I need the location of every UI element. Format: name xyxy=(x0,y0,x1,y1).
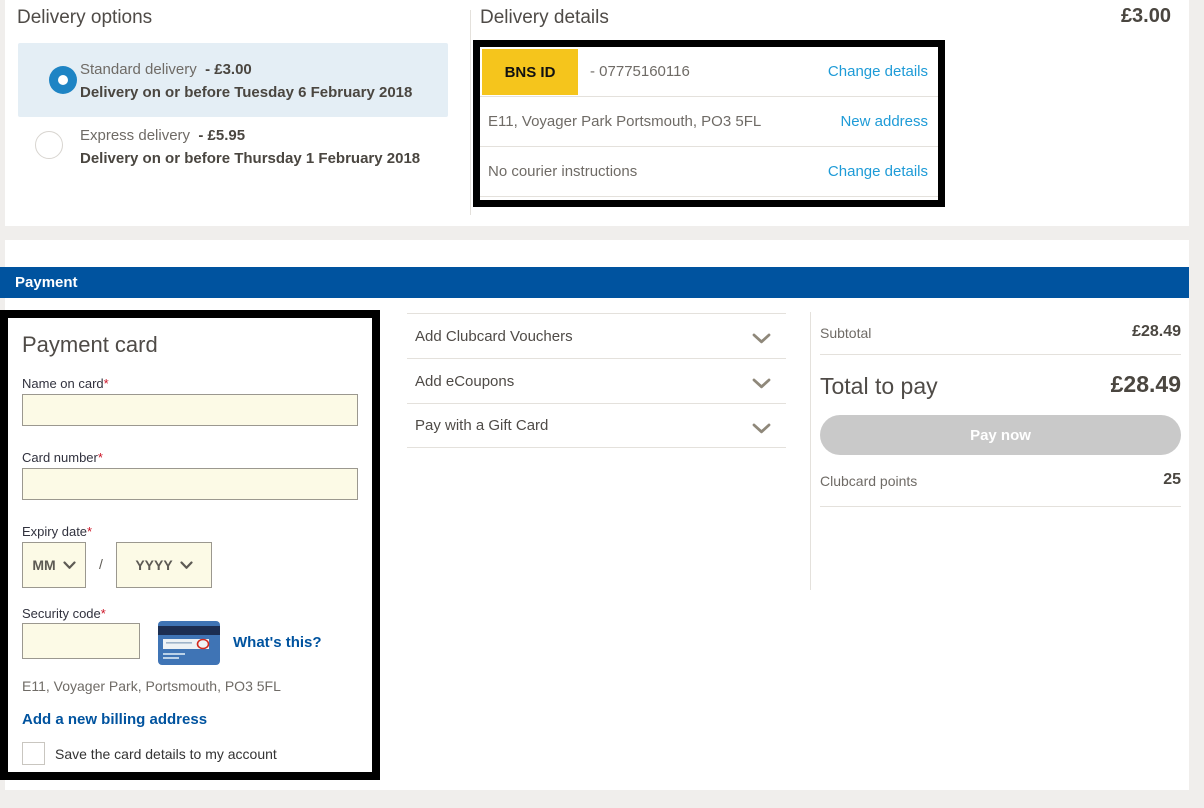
radio-unselected-icon[interactable] xyxy=(35,131,63,159)
payment-header-label: Payment xyxy=(15,274,78,291)
expiry-month-value: MM xyxy=(32,557,55,573)
delivery-details-title: Delivery details xyxy=(480,7,609,29)
delivery-details-box: BNS ID - 07775160116 Change details E11,… xyxy=(473,40,945,207)
billing-address-text: E11, Voyager Park, Portsmouth, PO3 5FL xyxy=(22,678,281,694)
new-address-link[interactable]: New address xyxy=(840,113,928,130)
label-text: Card number xyxy=(22,450,98,465)
delivery-address: E11, Voyager Park Portsmouth, PO3 5FL xyxy=(488,113,761,130)
expiry-date-label: Expiry date* xyxy=(22,524,92,539)
clubcard-points-row: Clubcard points 25 xyxy=(820,461,1181,507)
checkout-page: Delivery options Standard delivery - £3.… xyxy=(0,0,1204,808)
radio-selected-icon[interactable] xyxy=(49,66,77,94)
security-code-input[interactable] xyxy=(22,623,140,659)
save-card-checkbox[interactable] xyxy=(22,742,45,765)
label-text: Name on card xyxy=(22,376,104,391)
delivery-price: £3.00 xyxy=(1121,5,1171,28)
column-divider xyxy=(470,10,471,215)
security-code-label: Security code* xyxy=(22,606,106,621)
delivery-option-name: Express delivery - £5.95 xyxy=(80,127,420,144)
chevron-down-icon xyxy=(63,561,76,570)
delivery-option-text: Express delivery - £5.95 Delivery on or … xyxy=(80,127,420,167)
contact-phone: - 07775160116 xyxy=(590,63,690,80)
clubcard-points-label: Clubcard points xyxy=(820,473,917,489)
payment-accordions: Add Clubcard Vouchers Add eCoupons Pay w… xyxy=(407,313,786,448)
whats-this-link[interactable]: What's this? xyxy=(233,634,322,651)
subtotal-row: Subtotal £28.49 xyxy=(820,315,1181,355)
total-row: Total to pay £28.49 xyxy=(820,355,1181,411)
name-on-card-label: Name on card* xyxy=(22,376,109,391)
change-instructions-link[interactable]: Change details xyxy=(828,163,928,180)
chevron-down-icon xyxy=(752,331,771,349)
total-label: Total to pay xyxy=(820,373,938,400)
option-price: - £3.00 xyxy=(205,61,252,78)
option-price: - £5.95 xyxy=(198,127,245,144)
expiry-month-select[interactable]: MM xyxy=(22,542,86,588)
delivery-option-standard[interactable]: Standard delivery - £3.00 Delivery on or… xyxy=(18,43,448,117)
payment-card-title: Payment card xyxy=(22,332,158,358)
required-mark: * xyxy=(101,606,106,621)
expiry-year-value: YYYY xyxy=(135,557,172,573)
required-mark: * xyxy=(87,524,92,539)
label-text: Expiry date xyxy=(22,524,87,539)
courier-instructions: No courier instructions xyxy=(488,163,637,180)
chevron-down-icon xyxy=(752,376,771,394)
add-ecoupons-accordion[interactable]: Add eCoupons xyxy=(407,358,786,403)
label-text: Security code xyxy=(22,606,101,621)
save-card-label: Save the card details to my account xyxy=(55,746,277,762)
card-security-code-icon xyxy=(158,621,220,670)
expiry-separator: / xyxy=(99,556,103,572)
card-number-input[interactable] xyxy=(22,468,358,500)
option-name: Express delivery xyxy=(80,127,190,144)
delivery-option-name: Standard delivery - £3.00 xyxy=(80,61,412,78)
delivery-option-date: Delivery on or before Tuesday 6 February… xyxy=(80,84,412,101)
chevron-down-icon xyxy=(752,421,771,439)
expiry-year-select[interactable]: YYYY xyxy=(116,542,212,588)
delivery-options-title: Delivery options xyxy=(17,7,152,29)
delivery-section: Delivery options Standard delivery - £3.… xyxy=(5,0,1189,226)
required-mark: * xyxy=(104,376,109,391)
payment-header-bar: Payment xyxy=(0,267,1189,298)
pay-now-button[interactable]: Pay now xyxy=(820,415,1181,455)
order-summary: Subtotal £28.49 Total to pay £28.49 Pay … xyxy=(820,315,1181,507)
delivery-contact-row: BNS ID - 07775160116 Change details xyxy=(480,47,938,97)
accordion-label: Add eCoupons xyxy=(415,373,514,390)
delivery-option-express[interactable]: Express delivery - £5.95 Delivery on or … xyxy=(18,124,448,198)
chevron-down-icon xyxy=(180,561,193,570)
payment-card-box: Payment card Name on card* Card number* … xyxy=(0,310,380,780)
change-contact-link[interactable]: Change details xyxy=(828,63,928,80)
total-value: £28.49 xyxy=(1111,371,1181,398)
accordion-label: Pay with a Gift Card xyxy=(415,417,548,434)
bns-id-badge: BNS ID xyxy=(482,49,578,95)
delivery-option-date: Delivery on or before Thursday 1 Februar… xyxy=(80,150,420,167)
add-clubcard-vouchers-accordion[interactable]: Add Clubcard Vouchers xyxy=(407,313,786,358)
required-mark: * xyxy=(98,450,103,465)
delivery-address-row: E11, Voyager Park Portsmouth, PO3 5FL Ne… xyxy=(480,97,938,147)
accordion-label: Add Clubcard Vouchers xyxy=(415,328,573,345)
name-on-card-input[interactable] xyxy=(22,394,358,426)
summary-divider xyxy=(810,312,811,590)
clubcard-points-value: 25 xyxy=(1163,471,1181,489)
delivery-option-text: Standard delivery - £3.00 Delivery on or… xyxy=(80,61,412,101)
courier-instructions-row: No courier instructions Change details xyxy=(480,147,938,197)
subtotal-label: Subtotal xyxy=(820,325,871,341)
subtotal-value: £28.49 xyxy=(1132,323,1181,341)
add-billing-address-link[interactable]: Add a new billing address xyxy=(22,711,207,728)
option-name: Standard delivery xyxy=(80,61,197,78)
card-number-label: Card number* xyxy=(22,450,103,465)
pay-with-gift-card-accordion[interactable]: Pay with a Gift Card xyxy=(407,403,786,448)
